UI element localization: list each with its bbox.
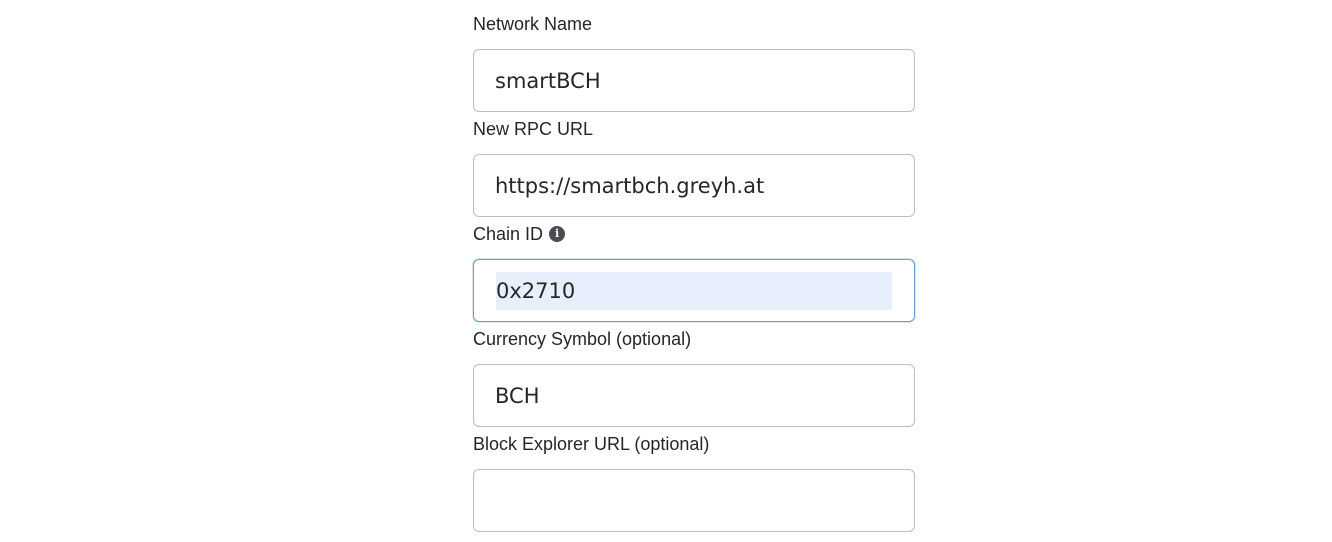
chain-id-label-text: Chain ID bbox=[473, 223, 544, 244]
network-name-label-text: Network Name bbox=[473, 13, 593, 34]
currency-symbol-field: Currency Symbol (optional) BCH bbox=[473, 328, 915, 427]
rpc-url-label-text: New RPC URL bbox=[473, 118, 594, 139]
chain-id-field: Chain ID i 0x2710 bbox=[473, 223, 915, 322]
network-name-field: Network Name smartBCH bbox=[473, 13, 915, 112]
rpc-url-value: https://smartbch.greyh.at bbox=[495, 173, 765, 198]
network-name-input[interactable]: smartBCH bbox=[473, 49, 915, 112]
block-explorer-label-text: Block Explorer URL (optional) bbox=[473, 433, 710, 454]
network-name-value: smartBCH bbox=[495, 68, 601, 93]
block-explorer-input[interactable] bbox=[473, 469, 915, 532]
chain-id-input[interactable]: 0x2710 bbox=[473, 259, 915, 322]
currency-symbol-value: BCH bbox=[495, 383, 540, 408]
info-icon[interactable]: i bbox=[549, 226, 566, 242]
block-explorer-field: Block Explorer URL (optional) bbox=[473, 433, 915, 532]
rpc-url-label: New RPC URL bbox=[473, 118, 915, 140]
block-explorer-label: Block Explorer URL (optional) bbox=[473, 433, 915, 455]
rpc-url-input[interactable]: https://smartbch.greyh.at bbox=[473, 154, 915, 217]
chain-id-value: 0x2710 bbox=[496, 271, 892, 310]
chain-id-label: Chain ID i bbox=[473, 223, 915, 245]
rpc-url-field: New RPC URL https://smartbch.greyh.at bbox=[473, 118, 915, 217]
network-name-label: Network Name bbox=[473, 13, 915, 35]
currency-symbol-input[interactable]: BCH bbox=[473, 364, 915, 427]
currency-symbol-label-text: Currency Symbol (optional) bbox=[473, 328, 692, 349]
currency-symbol-label: Currency Symbol (optional) bbox=[473, 328, 915, 350]
